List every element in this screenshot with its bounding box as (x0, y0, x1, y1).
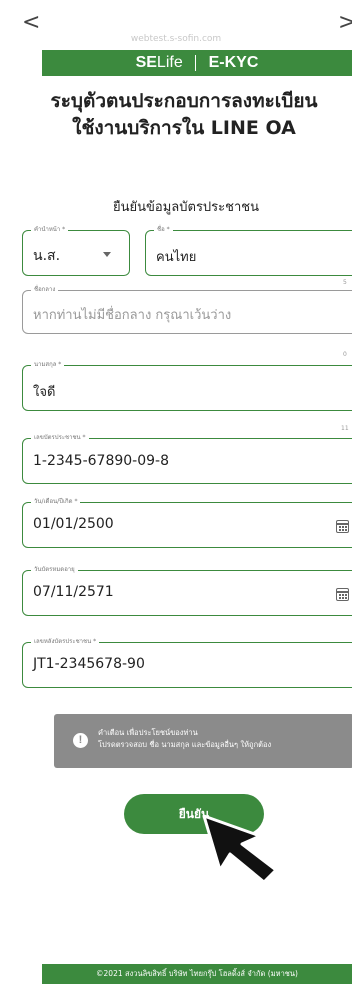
middle-name-placeholder: หากท่านไม่มีชื่อกลาง กรุณาเว้นว่าง (33, 308, 232, 323)
prefix-select[interactable]: คำนำหน้า * น.ส. (22, 225, 130, 276)
chevron-right-icon[interactable]: > (338, 12, 352, 34)
last-name-value: ใจดี (33, 385, 56, 400)
laser-code-value: JT1-2345678-90 (33, 656, 145, 672)
page-subtitle: ยืนยันข้อมูลบัตรประชาชน (113, 200, 259, 215)
first-name-counter: 5 (343, 279, 347, 286)
warning-notice: ! คำเตือน เพื่อประโยชน์ของท่าน โปรดตรวจส… (54, 714, 352, 768)
product-name: E-KYC (208, 54, 259, 71)
birth-date-value: 01/01/2500 (33, 516, 114, 532)
footer-copyright: ©2021 สงวนลิขสิทธิ์ บริษัท ไทยกรุ๊ป โฮลด… (42, 964, 352, 984)
prefix-value: น.ส. (33, 248, 61, 264)
mouse-cursor-icon (202, 814, 278, 884)
chevron-left-icon[interactable]: < (22, 12, 40, 34)
chevron-down-icon (103, 252, 111, 257)
laser-code-label: เลขหลังบัตรประชาชน * (31, 637, 100, 647)
prefix-label: คำนำหน้า * (31, 225, 69, 235)
middle-name-field[interactable]: ชื่อกลาง หากท่านไม่มีชื่อกลาง กรุณาเว้นว… (22, 285, 352, 334)
birth-date-label: วัน/เดือน/ปีเกิด * (31, 497, 81, 507)
birth-date-field[interactable]: วัน/เดือน/ปีเกิด * 01/01/2500 (22, 497, 352, 548)
middle-name-counter: 0 (343, 351, 347, 358)
id-number-counter: 11 (341, 425, 349, 432)
warning-text: คำเตือน เพื่อประโยชน์ของท่าน โปรดตรวจสอบ… (98, 728, 272, 749)
id-number-value: 1-2345-67890-09-8 (33, 453, 170, 469)
first-name-field[interactable]: ชื่อ * คนไทย (145, 225, 352, 276)
brand-header: SELife powered by SoFin E-KYC (42, 50, 352, 83)
exclamation-icon: ! (73, 733, 88, 748)
id-number-field[interactable]: เลขบัตรประชาชน * 1-2345-67890-09-8 (22, 433, 352, 484)
expiry-date-value: 07/11/2571 (33, 584, 114, 600)
page-title: ระบุตัวตนประกอบการลงทะเบียน ใช้งานบริการ… (50, 90, 318, 139)
last-name-label: นามสกุล * (31, 360, 65, 370)
first-name-label: ชื่อ * (154, 225, 173, 235)
calendar-icon[interactable] (336, 588, 349, 601)
expiry-date-field[interactable]: วันบัตรหมดอายุ 07/11/2571 (22, 565, 352, 616)
id-number-label: เลขบัตรประชาชน * (31, 433, 89, 443)
last-name-field[interactable]: นามสกุล * ใจดี (22, 360, 352, 411)
brand-divider (195, 55, 197, 71)
first-name-value: คนไทย (156, 250, 197, 265)
expiry-date-label: วันบัตรหมดอายุ (31, 565, 78, 575)
browser-topbar: < > (0, 0, 352, 38)
url-label: webtest.s-sofin.com (130, 34, 222, 44)
laser-code-field[interactable]: เลขหลังบัตรประชาชน * JT1-2345678-90 (22, 637, 352, 688)
middle-name-label: ชื่อกลาง (31, 285, 59, 295)
calendar-icon[interactable] (336, 520, 349, 533)
